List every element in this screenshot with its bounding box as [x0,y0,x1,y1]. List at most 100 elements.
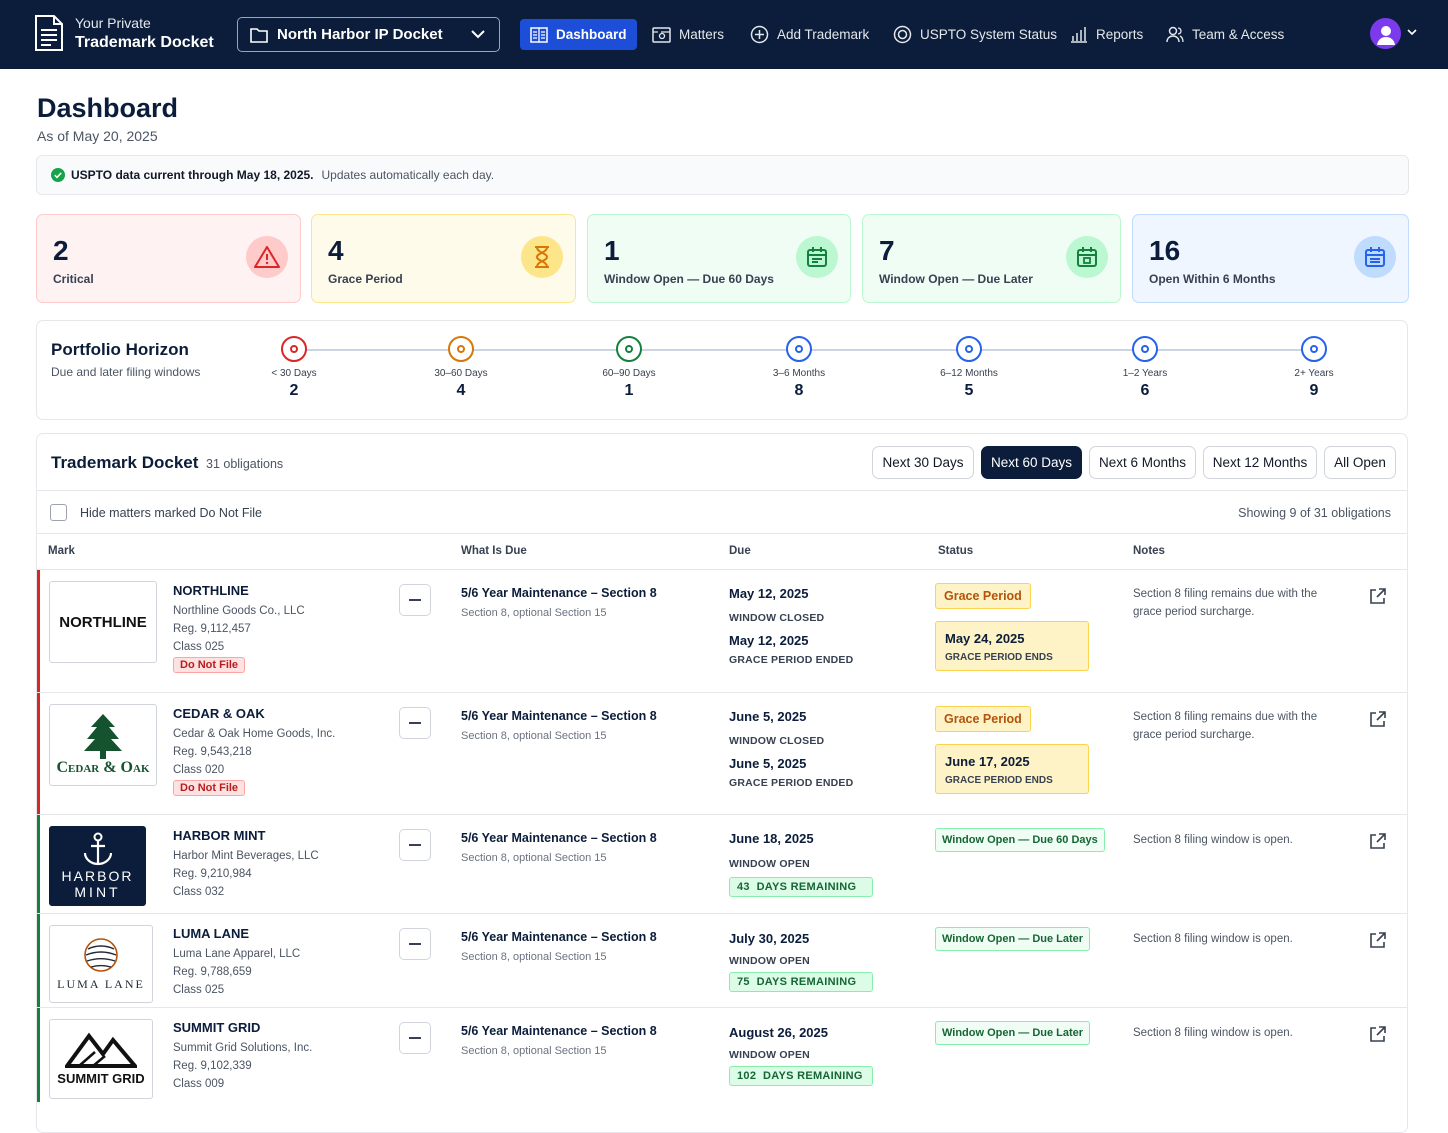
horizon-stop-count: 2 [289,382,299,399]
nav-add-trademark[interactable]: Add Trademark [750,19,869,50]
mountain-icon [65,1032,137,1068]
card-critical[interactable]: 2 Critical [36,214,301,303]
external-link-icon[interactable] [1369,588,1386,605]
do-not-file-badge: Do Not File [173,780,246,796]
horizon-stop[interactable]: 3–6 Months 8 [759,336,839,400]
external-link-icon[interactable] [1369,833,1386,850]
due-date: June 18, 2025 [729,831,814,846]
card-window-open-60[interactable]: 1 Window Open — Due 60 Days [587,214,851,303]
due-date-2: June 5, 2025 [729,756,807,771]
range-next-60-days[interactable]: Next 60 Days [981,446,1082,479]
sun-lines-icon [84,937,118,972]
column-header-status[interactable]: Status [938,545,973,557]
avatar-chevron-icon[interactable] [1407,29,1417,36]
docket-select[interactable]: North Harbor IP Docket [237,17,500,52]
nav-reports[interactable]: Reports [1070,19,1143,50]
horizon-stop-count: 5 [964,382,974,399]
hide-dnf-label[interactable]: Hide matters marked Do Not File [80,506,262,520]
collapse-button[interactable] [399,1022,431,1054]
nav-reports-label: Reports [1096,27,1144,42]
document-icon [35,15,63,51]
table-row[interactable]: NORTHLINE NORTHLINE Northline Goods Co.,… [37,570,1407,693]
horizon-stop[interactable]: 6–12 Months 5 [929,336,1009,400]
due-label: WINDOW OPEN [729,1049,810,1061]
owner: Harbor Mint Beverages, LLC [173,850,319,862]
mark-name[interactable]: CEDAR & OAK [173,706,265,721]
showing-count: Showing 9 of 31 obligations [1238,506,1391,520]
brand-line2: Trademark Docket [75,34,214,51]
docket-select-value: North Harbor IP Docket [277,26,443,43]
range-next-12-months[interactable]: Next 12 Months [1203,446,1317,479]
table-row[interactable]: HARBOR MINT HARBOR MINT Harbor Mint Beve… [37,815,1407,914]
due-what: 5/6 Year Maintenance – Section 8 [461,831,657,845]
nav-dashboard[interactable]: Dashboard [520,19,637,50]
status-badge: Window Open — Due 60 Days [935,828,1105,852]
logo-text-line2: MINT [74,884,121,900]
table-row[interactable]: LUMA LANE LUMA LANE Luma Lane Apparel, L… [37,914,1407,1008]
days-remaining-badge: 102 DAYS REMAINING [729,1066,873,1086]
column-header-notes[interactable]: Notes [1133,545,1165,557]
due-date: June 5, 2025 [729,709,807,724]
horizon-stop[interactable]: < 30 Days 2 [254,336,334,400]
hourglass-icon [521,236,563,278]
nav-matters[interactable]: Matters [652,19,724,50]
external-link-icon[interactable] [1369,711,1386,728]
table-row[interactable]: Cedar & Oak CEDAR & OAK Cedar & Oak Home… [37,693,1407,815]
column-header-what-is-due[interactable]: What Is Due [461,545,527,557]
range-all-open[interactable]: All Open [1324,446,1396,479]
column-header-due[interactable]: Due [729,545,751,557]
due-what: 5/6 Year Maintenance – Section 8 [461,1024,657,1038]
reg-number: Reg. 9,102,339 [173,1060,252,1072]
nav-team-access[interactable]: Team & Access [1166,19,1284,50]
external-link-icon[interactable] [1369,932,1386,949]
external-link-icon[interactable] [1369,1026,1386,1043]
mark-name[interactable]: LUMA LANE [173,926,249,941]
mark-details: Summit Grid Solutions, Inc. Reg. 9,102,3… [173,1039,312,1093]
range-next-6-months[interactable]: Next 6 Months [1089,446,1196,479]
due-date: May 12, 2025 [729,586,809,601]
card-open-6-months[interactable]: 16 Open Within 6 Months [1132,214,1409,303]
card-grace-period[interactable]: 4 Grace Period [311,214,576,303]
days-number: 102 [737,1070,757,1082]
due-label: WINDOW OPEN [729,858,810,870]
portfolio-horizon: Portfolio Horizon Due and later filing w… [36,320,1408,420]
avatar[interactable] [1370,18,1401,49]
nav-uspto-status[interactable]: USPTO System Status [893,19,1057,50]
card-window-open-later[interactable]: 7 Window Open — Due Later [862,214,1121,303]
as-of-date: As of May 20, 2025 [37,128,158,144]
collapse-button[interactable] [399,928,431,960]
brand[interactable]: Your Private Trademark Docket [33,14,214,52]
days-remaining-badge: 75 DAYS REMAINING [729,972,873,992]
folder-icon [250,27,268,43]
days-number: 75 [737,976,750,988]
hide-dnf-checkbox[interactable] [50,504,67,521]
mark-name[interactable]: SUMMIT GRID [173,1020,260,1035]
card-value: 7 [879,235,895,266]
horizon-stop-count: 6 [1140,382,1150,399]
mark-name[interactable]: HARBOR MINT [173,828,265,843]
collapse-button[interactable] [399,707,431,739]
nav-dashboard-label: Dashboard [556,27,627,42]
horizon-stop[interactable]: 60–90 Days 1 [589,336,669,400]
owner: Luma Lane Apparel, LLC [173,948,301,960]
column-header-mark[interactable]: Mark [48,545,75,557]
table-row[interactable]: SUMMIT GRID SUMMIT GRID Summit Grid Solu… [37,1008,1407,1102]
grace-label: GRACE PERIOD ENDS [945,652,1053,663]
do-not-file-badge: Do Not File [173,657,246,673]
horizon-stop-count: 8 [794,382,804,399]
collapse-button[interactable] [399,829,431,861]
horizon-stop[interactable]: 1–2 Years 6 [1105,336,1185,400]
minus-icon [409,1037,421,1039]
due-label-2: GRACE PERIOD ENDED [729,777,854,789]
horizon-stop[interactable]: 30–60 Days 4 [421,336,501,400]
brand-line1: Your Private [75,15,151,31]
mark-name[interactable]: NORTHLINE [173,583,249,598]
collapse-button[interactable] [399,584,431,616]
range-next-30-days[interactable]: Next 30 Days [872,446,974,479]
horizon-stop-count: 1 [624,382,634,399]
horizon-stop-label: 6–12 Months [940,368,998,379]
calendar-icon [1066,236,1108,278]
card-value: 1 [604,235,620,266]
horizon-stop[interactable]: 2+ Years 9 [1274,336,1354,400]
nav-matters-label: Matters [679,27,725,42]
